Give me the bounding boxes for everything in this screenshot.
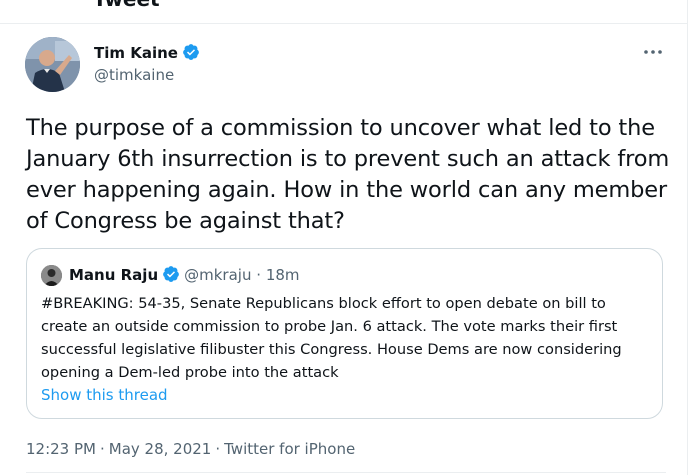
quoted-avatar-photo	[41, 265, 62, 286]
quoted-tweet-text: #BREAKING: 54-35, Senate Republicans blo…	[41, 295, 622, 381]
quoted-tweet[interactable]: Manu Raju @mkraju · 18m #BREAKING: 54-35…	[26, 248, 663, 419]
quoted-verified-badge-icon	[162, 265, 180, 289]
verified-badge-icon	[182, 43, 200, 66]
divider	[26, 472, 666, 473]
author-name-text[interactable]: Tim Kaine	[94, 44, 178, 62]
meta-separator: ·	[99, 440, 105, 458]
quoted-author-handle: @mkraju	[184, 266, 252, 284]
author-handle[interactable]: @timkaine	[94, 65, 174, 85]
author-avatar[interactable]	[25, 37, 80, 92]
meta-separator: ·	[215, 440, 221, 458]
quoted-author-avatar	[41, 265, 62, 286]
tweet-source[interactable]: Twitter for iPhone	[224, 440, 355, 458]
avatar-photo	[25, 37, 80, 92]
show-thread-link[interactable]: Show this thread	[41, 384, 168, 406]
quoted-author-name: Manu Raju	[69, 266, 159, 284]
more-options-button[interactable]	[640, 42, 666, 62]
quoted-timestamp: 18m	[265, 266, 300, 284]
quoted-tweet-header: Manu Raju @mkraju · 18m	[69, 264, 300, 289]
column-divider	[687, 0, 688, 475]
tweet-time[interactable]: 12:23 PM	[26, 440, 96, 458]
quoted-separator: ·	[256, 266, 262, 284]
tweet-date[interactable]: May 28, 2021	[109, 440, 212, 458]
page-title: Tweet	[93, 0, 160, 12]
author-name[interactable]: Tim Kaine	[94, 43, 200, 66]
more-dots-icon	[644, 50, 662, 54]
tweet-header: Tweet	[0, 0, 687, 24]
tweet-text: The purpose of a commission to uncover w…	[26, 115, 670, 234]
tweet-metadata: 12:23 PM · May 28, 2021 · Twitter for iPhone	[26, 438, 355, 460]
